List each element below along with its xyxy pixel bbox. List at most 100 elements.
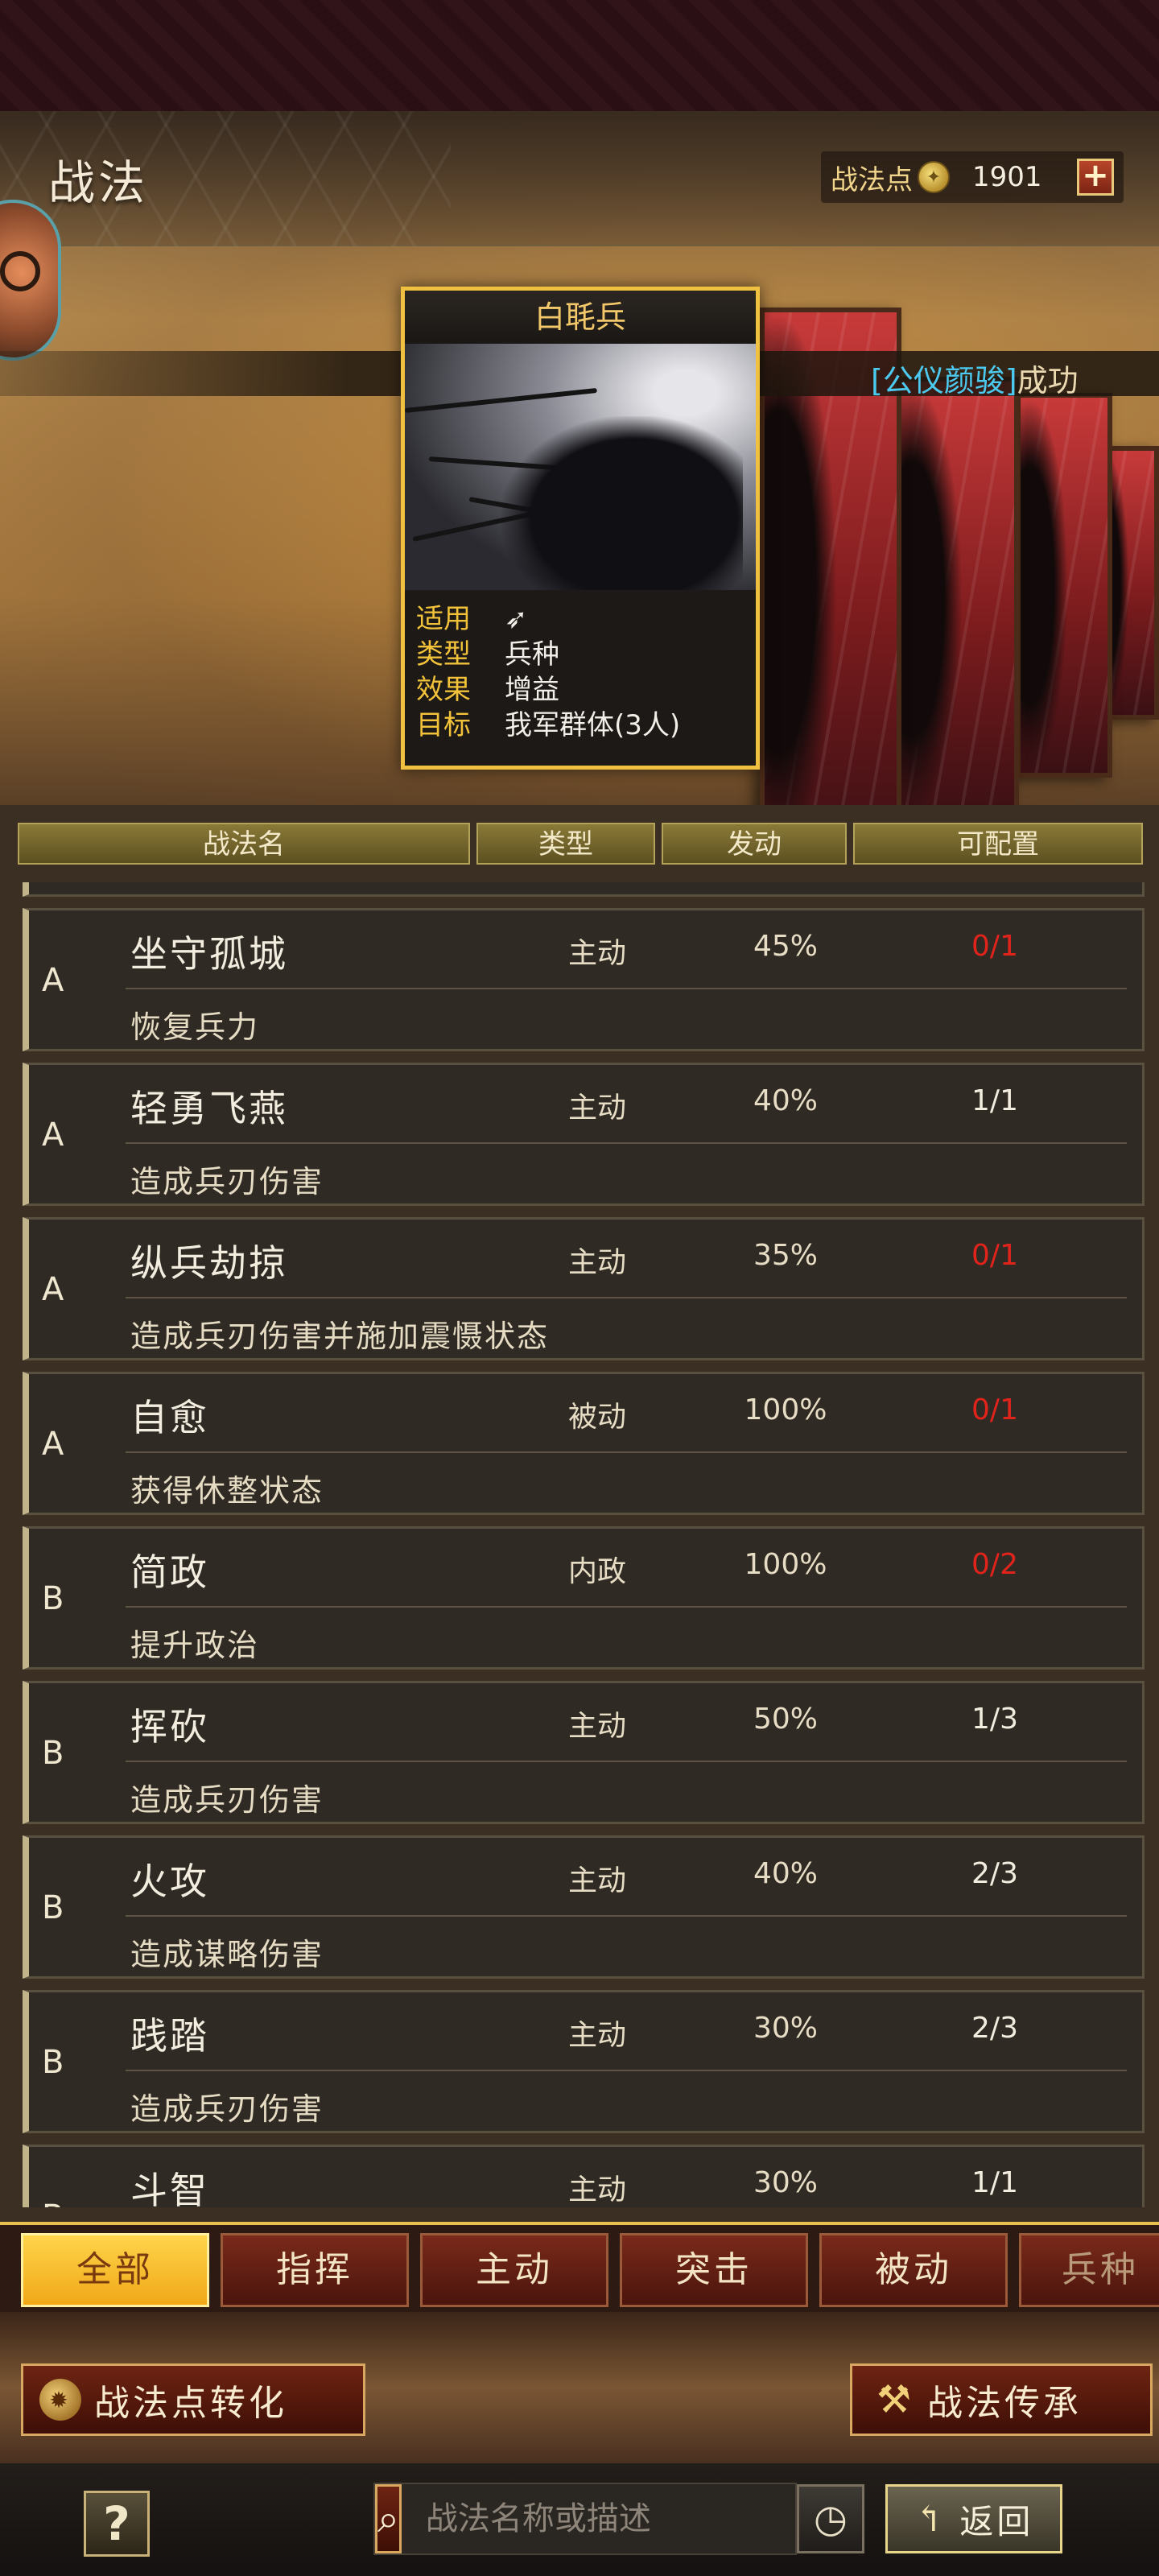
convert-points-button[interactable]: ✹ 战法点转化 — [21, 2363, 365, 2436]
stat-key: 类型 — [416, 638, 471, 671]
tactic-points-box: 战法点 ✦ 1901 + — [821, 151, 1124, 203]
tactic-description: 造成谋略伤害 — [130, 1937, 324, 1972]
stat-key: 目标 — [416, 709, 471, 741]
header-bar: 战法 战法点 ✦ 1901 + — [0, 111, 1159, 246]
row-divider — [126, 988, 1127, 989]
tab-assault[interactable]: 突击 — [620, 2233, 808, 2307]
search-icon[interactable]: ⌕ — [375, 2484, 402, 2553]
back-button[interactable]: ↰ 返回 — [885, 2484, 1062, 2553]
table-row[interactable]: B 斗智 主动 30% 1/1 — [23, 2145, 1145, 2207]
stat-value: 我军群体(3人) — [505, 709, 681, 741]
tactic-points-label: 战法点 — [831, 163, 913, 196]
add-points-button[interactable]: + — [1077, 159, 1114, 196]
table-row[interactable]: A 坐守孤城 主动 45% 0/1 恢复兵力 — [23, 908, 1145, 1051]
tactic-card-back[interactable] — [1016, 393, 1112, 778]
table-row[interactable]: A 轻勇飞燕 主动 40% 1/1 造成兵刃伤害 — [23, 1063, 1145, 1206]
tactic-type: 主动 — [567, 2174, 626, 2207]
convert-points-label: 战法点转化 — [94, 2383, 287, 2424]
tactic-config: 0/2 — [971, 1548, 1018, 1581]
tactic-description: 造成兵刃伤害并施加震慑状态 — [130, 1319, 550, 1354]
stat-value: 兵种 — [505, 638, 559, 671]
stat-row-type: 类型 兵种 — [416, 637, 744, 672]
marquee-player-name: [公仪颜骏] — [871, 363, 1017, 398]
row-divider — [126, 1761, 1127, 1762]
tactic-type: 主动 — [567, 1246, 626, 1279]
tactic-description: 提升政治 — [130, 1628, 260, 1663]
tactic-config: 2/3 — [971, 2012, 1018, 2045]
tactic-type: 主动 — [567, 1092, 626, 1125]
tactics-list[interactable]: A 坐守孤城 主动 45% 0/1 恢复兵力 A 轻勇飞燕 主动 40% 1/1 造成兵刃伤害 A 纵兵劫… — [23, 882, 1145, 2207]
tactic-name: 自愈 — [130, 1396, 209, 1439]
tactic-name: 轻勇飞燕 — [130, 1087, 288, 1130]
tactic-rate: 100% — [744, 1548, 827, 1581]
page-title: 战法 — [48, 155, 149, 210]
tactic-name: 践踏 — [130, 2014, 209, 2058]
tactics-table: 战法名 类型 发动 可配置 A 坐守孤城 主动 45% 0/1 恢复兵力 A 轻勇飞燕 主动 40… — [0, 805, 1159, 2222]
marquee-text: [公仪颜骏]成功 — [871, 356, 1079, 400]
tactic-grade: A — [42, 962, 64, 999]
table-row[interactable]: B 简政 内政 100% 0/2 提升政治 — [23, 1526, 1145, 1670]
avatar-ring-icon — [0, 251, 40, 291]
tactic-rate: 50% — [753, 1703, 818, 1736]
bottom-bar: ? ⌕ ◷ ↰ 返回 — [0, 2463, 1159, 2576]
row-divider — [126, 2070, 1127, 2071]
column-header-rate[interactable]: 发动 — [662, 823, 847, 865]
tactic-rate: 30% — [753, 2166, 818, 2199]
tab-command[interactable]: 指挥 — [221, 2233, 409, 2307]
marquee-message: 成功 — [1017, 363, 1079, 398]
tactic-rate: 100% — [744, 1393, 827, 1426]
row-divider — [126, 1297, 1127, 1298]
tactic-config: 1/1 — [971, 2166, 1018, 2199]
top-decor-strip — [0, 0, 1159, 111]
tactic-rate: 35% — [753, 1239, 818, 1272]
inherit-tactic-button[interactable]: ⚒ 战法传承 — [850, 2363, 1153, 2436]
row-divider — [126, 1606, 1127, 1608]
table-row[interactable]: B 火攻 主动 40% 2/3 造成谋略伤害 — [23, 1835, 1145, 1979]
table-row[interactable]: A 纵兵劫掠 主动 35% 0/1 造成兵刃伤害并施加震慑状态 — [23, 1217, 1145, 1360]
tactic-description: 获得休整状态 — [130, 1473, 324, 1509]
tactic-type: 内政 — [567, 1555, 626, 1588]
stat-row-applicable: 适用 ➶ — [416, 601, 744, 637]
stat-value: 增益 — [505, 674, 559, 706]
featured-tactic-card[interactable]: 白毦兵 适用 ➶ 类型 兵种 效果 增益 目标 我军群体(3人) — [401, 287, 760, 770]
tactic-name: 简政 — [130, 1550, 209, 1594]
stat-key: 适用 — [416, 603, 471, 635]
tactic-config: 0/1 — [971, 930, 1018, 963]
tactic-grade: B — [42, 2044, 64, 2081]
table-row[interactable]: A 自愈 被动 100% 0/1 获得休整状态 — [23, 1372, 1145, 1515]
tab-active[interactable]: 主动 — [420, 2233, 608, 2307]
table-row[interactable]: B 践踏 主动 30% 2/3 造成兵刃伤害 — [23, 1990, 1145, 2133]
column-header-config[interactable]: 可配置 — [853, 823, 1143, 865]
tactic-name: 坐守孤城 — [130, 932, 288, 976]
column-header-name[interactable]: 战法名 — [18, 823, 470, 865]
cavalry-silhouette — [501, 416, 743, 590]
tactic-grade: B — [42, 1580, 64, 1617]
search-input[interactable] — [401, 2484, 827, 2553]
tab-troop[interactable]: 兵种 — [1019, 2233, 1159, 2307]
help-button[interactable]: ? — [84, 2491, 150, 2557]
hammer-icon: ⚒ — [876, 2377, 915, 2422]
back-label: 返回 — [959, 2501, 1034, 2541]
tactic-name: 纵兵劫掠 — [130, 1241, 288, 1285]
tactic-grade: B — [42, 1889, 64, 1926]
tab-all[interactable]: 全部 — [21, 2233, 209, 2307]
search-box: ⌕ — [373, 2483, 827, 2555]
tactic-grade: B — [42, 1735, 64, 1772]
tactic-grade: A — [42, 1117, 64, 1154]
tactic-rate: 45% — [753, 930, 818, 963]
tactic-config: 2/3 — [971, 1857, 1018, 1890]
tactic-description: 造成兵刃伤害 — [130, 1164, 324, 1199]
tactic-card-art — [405, 344, 756, 590]
back-arrow-icon: ↰ — [914, 2498, 947, 2540]
tactic-config: 1/3 — [971, 1703, 1018, 1736]
table-row[interactable]: B 挥砍 主动 50% 1/3 造成兵刃伤害 — [23, 1681, 1145, 1824]
tactic-type: 被动 — [567, 1401, 626, 1434]
clock-icon[interactable]: ◷ — [797, 2484, 864, 2553]
tactic-card-back[interactable] — [895, 377, 1019, 805]
spear-shape — [405, 387, 597, 413]
table-row-partial — [23, 882, 1145, 897]
tab-passive[interactable]: 被动 — [819, 2233, 1008, 2307]
column-header-type[interactable]: 类型 — [476, 823, 655, 865]
tactic-grade: B — [42, 2198, 64, 2207]
general-avatar[interactable] — [0, 200, 61, 361]
